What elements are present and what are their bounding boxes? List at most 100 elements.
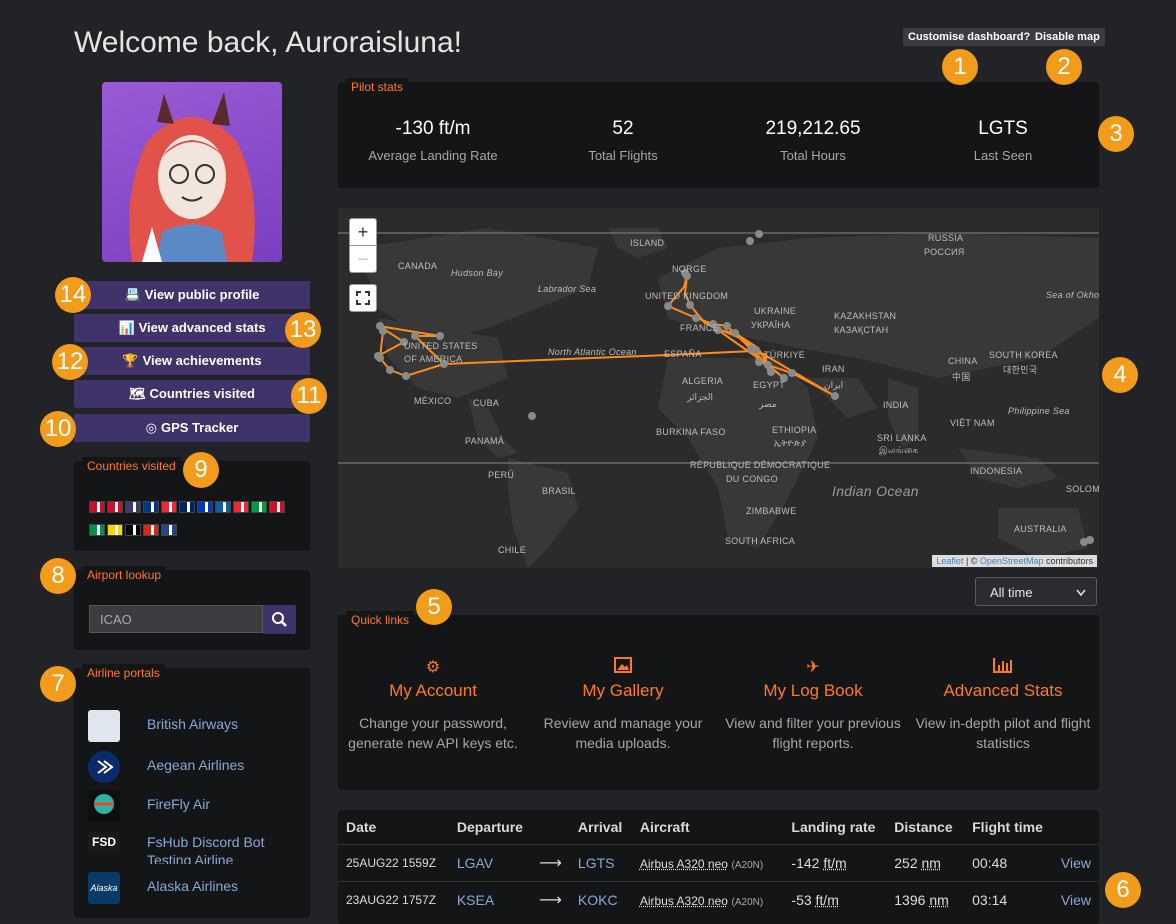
badge-12: 12 [52,344,88,380]
gears-icon: ⚙ [425,659,441,676]
stat-label: Average Landing Rate [368,148,498,163]
zoom-out-button[interactable]: − [349,245,377,273]
map-label: Indian Ocean [832,483,919,499]
quick-link-my-log-book[interactable]: ✈ My Log Book View and filter your previ… [718,657,908,753]
map-label: FRANCE [680,323,719,333]
quick-links-title: Quick links [346,611,415,629]
country-flag-icon [125,501,141,513]
map-label: КАЗАҚСТАН [834,325,889,335]
map-label: SRI LANKA [877,433,927,443]
fullscreen-icon [356,291,370,305]
quick-link-title: My Account [389,681,477,700]
countries-visited-title: Countries visited [82,457,181,475]
badge-11: 11 [291,378,327,414]
flight-time: 03:14 [964,881,1053,918]
icao-input[interactable]: ICAO [89,605,263,633]
departure-link[interactable]: KSEA [448,881,531,918]
airline-name: Aegean Airlines [147,757,245,773]
pilot-stats-panel: Pilot stats -130 ft/m Average Landing Ra… [338,78,1099,188]
stat-average-landing-rate: -130 ft/m Average Landing Rate [338,118,528,163]
airline-name: FsHub Discord Bot [147,834,265,850]
map-label: UNITED KINGDOM [645,291,729,301]
landing-rate-cell: -53 ft/m [783,881,887,918]
country-flag-icon [125,524,141,536]
image-icon [528,657,718,679]
aircraft-cell: Airbus A320 neo (A20N) [631,881,784,918]
disable-map-button[interactable]: Disable map [1030,28,1105,46]
attribution-tail: contributors [1043,556,1093,566]
country-flag-icon [161,501,177,513]
avatar [102,82,282,262]
map-label: INDIA [883,400,909,410]
quick-link-desc: Change your password, generate new API k… [348,715,518,751]
stat-total-hours: 219,212.65 Total Hours [718,118,908,163]
view-achievements-button[interactable]: 🏆 View achievements [74,347,310,375]
trophy-icon: 🏆 [122,353,139,368]
map-label: UKRAINE [754,306,797,316]
map-label: OF AMERICA [404,354,463,364]
flight-map[interactable]: ISLAND RUSSIA РОССИЯ CANADA Hudson Bay N… [338,208,1099,568]
map-label: SOLOM [1066,484,1099,494]
arrow-right-icon: ⟶ [530,881,570,918]
country-flag-icon [143,524,159,536]
map-label: PERÚ [488,470,515,480]
quick-link-advanced-stats[interactable]: Advanced Stats View in-depth pilot and f… [908,657,1098,753]
countries-visited-label: Countries visited [149,386,255,401]
arrival-link[interactable]: LGTS [569,844,632,882]
flag-list [88,501,298,547]
airport-search-button[interactable] [263,605,296,634]
zoom-in-button[interactable]: + [349,218,377,246]
leaflet-link[interactable]: Leaflet [936,556,963,566]
view-flight-link[interactable]: View [1052,881,1099,918]
fsd-logo-icon: FSD [88,832,120,852]
view-advanced-stats-label: View advanced stats [138,320,266,335]
fullscreen-button[interactable] [349,284,377,312]
quick-link-my-gallery[interactable]: My Gallery Review and manage your media … [528,657,718,753]
map-attribution: Leaflet | © OpenStreetMap contributors [932,555,1097,567]
table-header-row: Date Departure Arrival Aircraft Landing … [338,810,1099,845]
bar-chart-icon [908,657,1098,679]
view-achievements-label: View achievements [142,353,262,368]
map-label: الجزائر [687,392,713,402]
countries-visited-button[interactable]: 🗺 Countries visited [74,380,310,408]
map-label: ISLAND [630,238,665,248]
map-label: ZIMBABWE [746,506,797,516]
gps-tracker-label: GPS Tracker [161,420,239,435]
plane-icon: ✈ [806,659,820,676]
col-landing-rate: Landing rate [791,819,876,835]
map-label: ኢትዮጵያ [774,438,807,448]
quick-link-my-account[interactable]: ⚙ My Account Change your password, gener… [338,657,528,753]
osm-link[interactable]: OpenStreetMap [980,556,1044,566]
badge-1: 1 [942,49,978,85]
bar-chart-icon: 📊 [118,320,135,335]
map-label: NORGE [672,264,707,274]
map-label: UNITED STATES [404,341,478,351]
departure-link[interactable]: LGAV [448,844,531,882]
flight-date: 25AUG22 1559Z [338,844,449,882]
badge-6: 6 [1105,872,1141,908]
view-flight-link[interactable]: View [1052,844,1099,882]
map-label: CUBA [473,398,500,408]
stat-last-seen: LGTS Last Seen [908,118,1098,163]
recent-flights-panel: Date Departure Arrival Aircraft Landing … [338,810,1099,924]
aegean-logo-icon [88,751,120,783]
badge-5: 5 [416,589,452,625]
stat-total-flights: 52 Total Flights [528,118,718,163]
page-title: Welcome back, Auroraisluna! [74,26,462,59]
arrival-link[interactable]: KOKC [569,881,632,918]
stat-label: Total Hours [780,148,846,163]
landing-rate-unit: ft/m [823,855,847,871]
period-select[interactable]: All time [975,577,1097,606]
stat-label: Total Flights [588,148,658,163]
stat-value: 219,212.65 [765,118,861,139]
map-label: ESPAÑA [664,349,702,359]
country-flag-icon [107,524,123,536]
view-public-profile-button[interactable]: 📇 View public profile [74,281,310,309]
map-icon: 🗺 [129,386,146,401]
aircraft-code: (A20N) [731,896,764,908]
british-airways-logo-icon [88,710,120,742]
gps-tracker-button[interactable]: ◎ GPS Tracker [74,414,310,442]
customise-dashboard-button[interactable]: Customise dashboard? [903,28,1036,46]
view-advanced-stats-button[interactable]: 📊 View advanced stats [74,314,310,342]
map-label: RÉPUBLIQUE DÉMOCRATIQUE [690,460,831,470]
